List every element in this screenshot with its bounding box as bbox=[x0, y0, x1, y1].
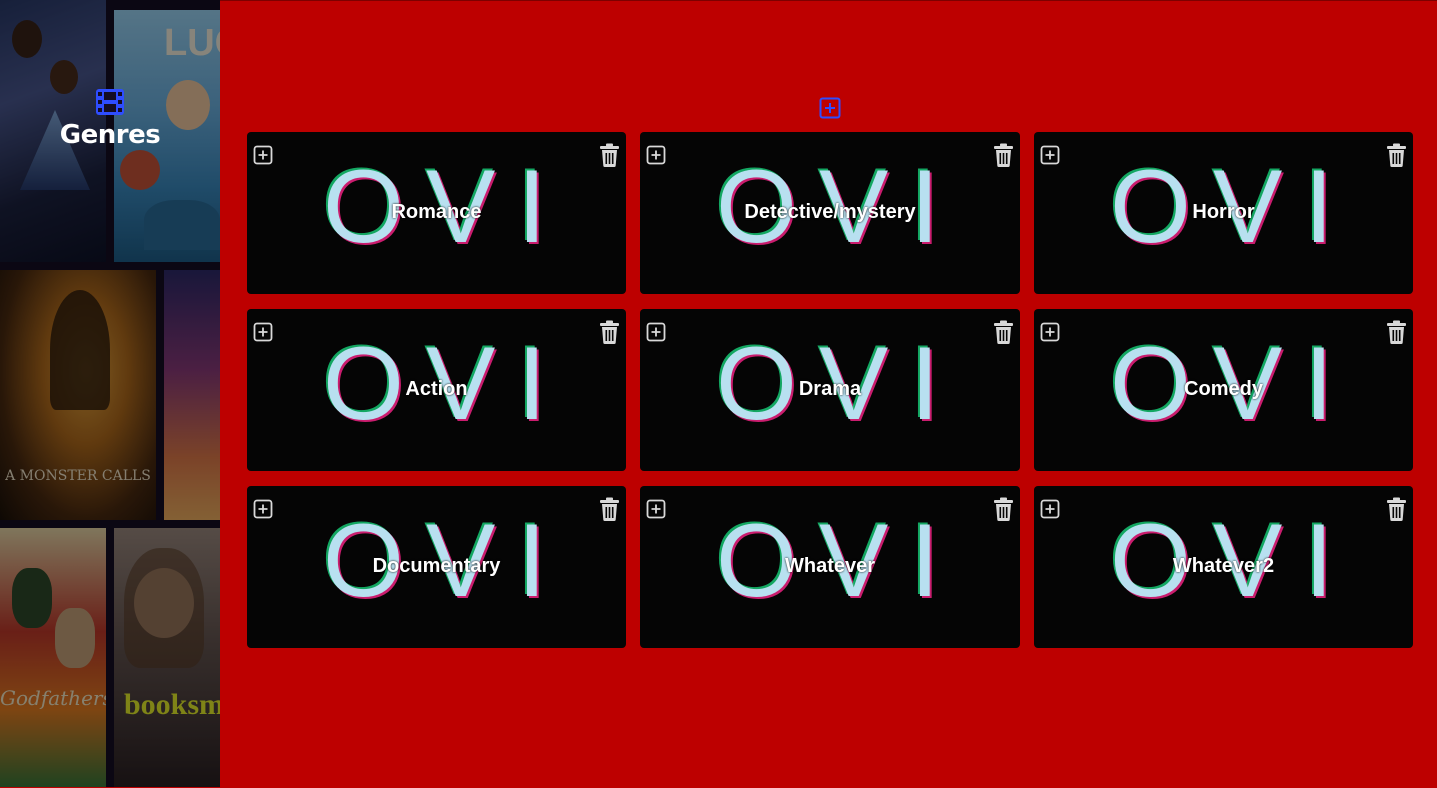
genre-title: Documentary bbox=[372, 555, 501, 577]
film-icon bbox=[96, 89, 124, 115]
genre-card[interactable]: MOVIE MOVIE MOVIE Drama bbox=[640, 309, 1020, 471]
genre-card[interactable]: MOVIE MOVIE MOVIE Whatever2 bbox=[1034, 486, 1413, 648]
card-add-icon[interactable] bbox=[253, 322, 273, 342]
sidebar: LUCA A MONSTER CALLS Godfathers booksm bbox=[0, 0, 220, 787]
trash-icon[interactable] bbox=[599, 497, 620, 521]
card-add-icon[interactable] bbox=[1040, 145, 1060, 165]
genre-title: Action bbox=[405, 378, 468, 400]
genre-card[interactable]: MOVIE MOVIE MOVIE Detective/mystery bbox=[640, 132, 1020, 294]
trash-icon[interactable] bbox=[599, 143, 620, 167]
genre-card[interactable]: MOVIE MOVIE MOVIE Comedy bbox=[1034, 309, 1413, 471]
card-add-icon[interactable] bbox=[253, 145, 273, 165]
genre-card[interactable]: MOVIE MOVIE MOVIE Romance bbox=[247, 132, 626, 294]
card-add-icon[interactable] bbox=[646, 322, 666, 342]
main-content: MOVIE MOVIE MOVIE Romance MOVIE MOVIE MO… bbox=[220, 0, 1437, 788]
trash-icon[interactable] bbox=[1386, 497, 1407, 521]
genre-grid: MOVIE MOVIE MOVIE Romance MOVIE MOVIE MO… bbox=[247, 132, 1413, 648]
card-add-icon[interactable] bbox=[646, 145, 666, 165]
trash-icon[interactable] bbox=[993, 497, 1014, 521]
genre-title: Drama bbox=[798, 378, 862, 400]
genre-card[interactable]: MOVIE MOVIE MOVIE Whatever bbox=[640, 486, 1020, 648]
card-add-icon[interactable] bbox=[253, 499, 273, 519]
trash-icon[interactable] bbox=[1386, 320, 1407, 344]
sidebar-brand[interactable]: Genres bbox=[0, 88, 220, 150]
genre-title: Detective/mystery bbox=[744, 201, 916, 223]
genre-card[interactable]: MOVIE MOVIE MOVIE Documentary bbox=[247, 486, 626, 648]
genre-title: Whatever bbox=[784, 555, 876, 577]
trash-icon[interactable] bbox=[1386, 143, 1407, 167]
genre-title: Whatever2 bbox=[1172, 555, 1275, 577]
genre-card[interactable]: MOVIE MOVIE MOVIE Action bbox=[247, 309, 626, 471]
genre-title: Horror bbox=[1192, 201, 1255, 223]
genre-title: Comedy bbox=[1184, 378, 1263, 400]
card-add-icon[interactable] bbox=[1040, 322, 1060, 342]
genre-card[interactable]: MOVIE MOVIE MOVIE Horror bbox=[1034, 132, 1413, 294]
sidebar-title: Genres bbox=[59, 120, 161, 150]
trash-icon[interactable] bbox=[599, 320, 620, 344]
card-add-icon[interactable] bbox=[1040, 499, 1060, 519]
card-add-icon[interactable] bbox=[646, 499, 666, 519]
genre-title: Romance bbox=[391, 201, 482, 223]
trash-icon[interactable] bbox=[993, 320, 1014, 344]
trash-icon[interactable] bbox=[993, 143, 1014, 167]
add-genre-button[interactable] bbox=[819, 97, 841, 119]
